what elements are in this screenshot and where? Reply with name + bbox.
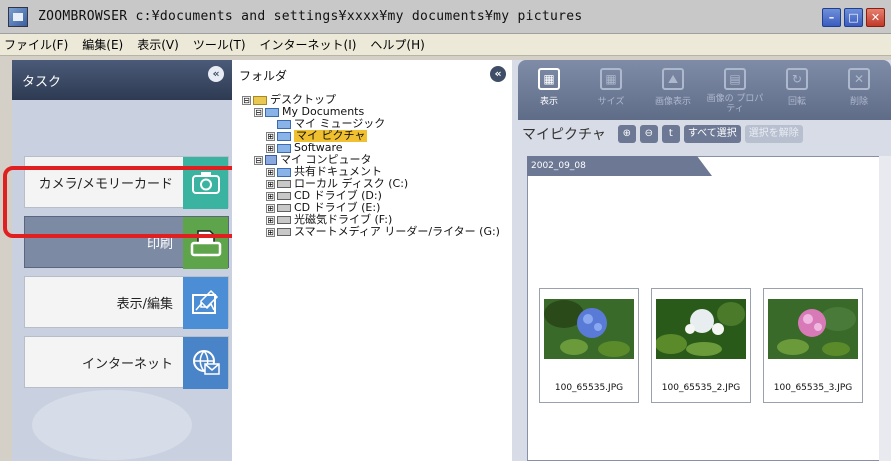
tool-size[interactable]: ▦ サイズ [580,60,642,120]
thumbnail-caption: 100_65535.JPG [554,383,624,393]
globe-mail-icon [183,337,228,389]
tree-expander[interactable]: ⊞ [266,227,275,237]
thumbnail-caption: 100_65535_3.JPG [773,383,853,393]
tool-label: 削除 [849,97,868,107]
maximize-button[interactable]: □ [844,8,863,27]
tool-image-properties[interactable]: ▤ 画像の プロパティ [704,60,766,120]
tree-expander[interactable]: ⊞ [266,191,275,201]
thumbnail-caption: 100_65535_2.JPG [661,383,741,393]
tree-item-my-music[interactable]: マイ ミュージック [242,118,500,130]
tree-expander[interactable]: ⊞ [266,203,275,213]
delete-icon: ✕ [848,68,870,90]
tree-expander[interactable]: ⊞ [266,131,275,141]
zoom-in-button[interactable]: ⊕ [617,125,636,143]
toolbar: ▦ 表示 ▦ サイズ ⛰ 画像表示 ▤ 画像の プロパティ ↻ 回転 ✕ 削除 [518,60,891,120]
folder-panel-title: フォルダ [239,68,288,83]
tree-item-desktop[interactable]: ⊟ デスクトップ [242,94,500,106]
tree-expander[interactable]: ⊞ [266,143,275,153]
task-panel-header: タスク [12,60,232,100]
thumbnail[interactable]: 100_65535.JPG [539,288,639,403]
menu-file[interactable]: ファイル(F) [4,36,68,53]
tree-expander[interactable]: ⊞ [266,167,275,177]
menu-view[interactable]: 表示(V) [137,36,179,53]
thumbnail[interactable]: 100_65535_2.JPG [651,288,751,403]
date-tab[interactable]: 2002_09_08 [527,156,712,176]
view-title-row: マイピクチャ ⊕ ⊖ t すべて選択 選択を解除 [518,122,891,146]
desktop-icon [253,95,267,105]
select-all-button[interactable]: すべて選択 [683,125,741,143]
zoom-out-button[interactable]: ⊖ [639,125,658,143]
view-panel: ▦ 表示 ▦ サイズ ⛰ 画像表示 ▤ 画像の プロパティ ↻ 回転 ✕ 削除 … [512,60,891,461]
image-icon: ⛰ [662,68,684,90]
thumbnail-image [544,299,634,359]
folder-panel: フォルダ « ⊟ デスクトップ ⊟ My Documents マイ ミュージック… [232,60,512,461]
tool-label: 表示 [539,97,558,107]
task-view-edit[interactable]: 表示/編集 [24,276,229,329]
tree-expander[interactable]: ⊟ [254,107,263,117]
drive-icon [277,180,291,188]
task-list: カメラ/メモリーカード 印刷 表示/編集 インターネット [12,100,232,461]
folder-icon [277,143,291,153]
tool-label: 画像の プロパティ [706,94,764,114]
task-label: 表示/編集 [116,296,173,312]
properties-icon: ▤ [724,68,746,90]
window-title: ZOOMBROWSER c:¥documents and settings¥xx… [38,9,583,24]
title-bar: ZOOMBROWSER c:¥documents and settings¥xx… [0,0,891,34]
cd-drive-icon [277,192,291,200]
edit-icon [183,277,228,329]
menu-bar: ファイル(F) 編集(E) 表示(V) ツール(T) インターネット(I) ヘル… [0,34,891,56]
thumbnail-image [768,299,858,359]
drive-icon [277,228,291,236]
tool-delete[interactable]: ✕ 削除 [828,60,890,120]
folder-icon [277,119,291,129]
tree-expander[interactable]: ⊟ [242,95,251,105]
tree-expander[interactable]: ⊞ [266,179,275,189]
minimize-button[interactable]: – [822,8,841,27]
window-controls: – □ ✕ [822,8,885,27]
menu-internet[interactable]: インターネット(I) [260,36,357,53]
cd-drive-icon [277,204,291,212]
tool-rotate[interactable]: ↻ 回転 [766,60,828,120]
task-label: インターネット [81,356,173,372]
flower-shape [577,308,607,338]
tree-label: スマートメディア リーダー/ライター (G:) [294,225,500,238]
tree-item-my-pictures[interactable]: ⊞ マイ ピクチャ [242,130,500,142]
tool-display[interactable]: ▦ 表示 [518,60,580,120]
task-panel: タスク « カメラ/メモリーカード 印刷 表示/編集 インターネット [12,60,232,461]
display-icon: ▦ [538,68,560,90]
menu-tools[interactable]: ツール(T) [193,36,246,53]
deselect-all-button[interactable]: 選択を解除 [744,125,803,143]
collapse-folder-panel-button[interactable]: « [490,66,506,82]
rotate-icon: ↻ [786,68,808,90]
collapse-task-panel-button[interactable]: « [208,66,224,82]
folder-open-icon [265,107,279,117]
tree-expander[interactable]: ⊟ [254,155,263,165]
menu-edit[interactable]: 編集(E) [82,36,123,53]
view-title: マイピクチャ [522,127,606,143]
print-highlight-frame [3,166,245,238]
task-panel-title: タスク [22,74,62,90]
thumbnail[interactable]: 100_65535_3.JPG [763,288,863,403]
up-folder-button[interactable]: t [661,125,680,143]
tree-item-smartmedia-g[interactable]: ⊞ スマートメディア リーダー/ライター (G:) [242,226,500,238]
app-icon [8,6,28,27]
task-internet[interactable]: インターネット [24,336,229,389]
size-icon: ▦ [600,68,622,90]
tool-label: 回転 [787,97,806,107]
tree-expander[interactable]: ⊞ [266,215,275,225]
thumbnail-image [656,299,746,359]
folder-icon [277,167,291,177]
tool-label: 画像表示 [654,97,691,107]
folder-tree: ⊟ デスクトップ ⊟ My Documents マイ ミュージック ⊞ マイ ピ… [242,94,500,238]
drive-icon [277,216,291,224]
folder-panel-header: フォルダ [232,60,512,90]
computer-icon [265,155,277,165]
scrollbar[interactable] [879,156,891,461]
folder-open-icon [277,131,291,141]
close-button[interactable]: ✕ [866,8,885,27]
flower-shape [798,309,826,337]
tool-image-view[interactable]: ⛰ 画像表示 [642,60,704,120]
tool-label: サイズ [597,97,625,107]
menu-help[interactable]: ヘルプ(H) [370,36,424,53]
